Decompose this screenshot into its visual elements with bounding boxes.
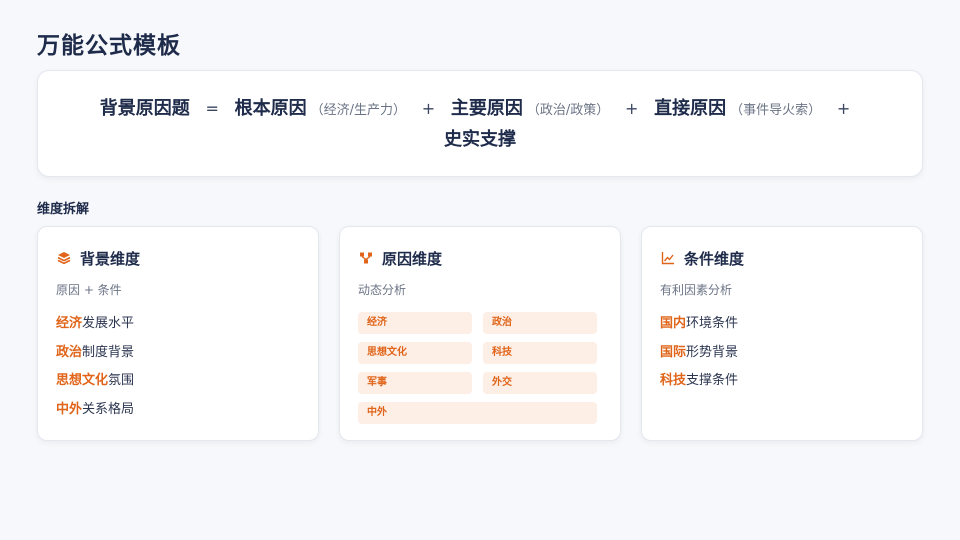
tag: 经济	[358, 312, 472, 334]
formula-term-main: 主要原因	[450, 97, 523, 119]
list-item-keyword: 政治	[56, 344, 83, 360]
card-condition-dimension: 条件维度 有利因素分析 国内环境条件 国际形势背景 科技支撑条件	[641, 226, 923, 441]
list-item-text: 支撑条件	[686, 373, 739, 388]
tag: 外交	[483, 372, 597, 394]
list-item: 国内环境条件	[660, 316, 904, 345]
formula-note-direct: （事件导火索）	[730, 102, 822, 118]
card-cause-dimension: 原因维度 动态分析 经济 政治 思想文化 科技 军事 外交 中外	[339, 226, 621, 441]
list-item-text: 制度背景	[82, 344, 135, 360]
nodes-icon	[358, 250, 374, 266]
card-subtitle: 有利因素分析	[660, 283, 733, 297]
page-title: 万能公式模板	[37, 33, 181, 59]
tag: 军事	[358, 372, 472, 394]
card-title: 条件维度	[684, 249, 745, 268]
dimension-list: 国内环境条件 国际形势背景 科技支撑条件	[660, 316, 904, 402]
line-chart-icon	[660, 250, 676, 266]
formula-term-evidence: 史实支撑	[444, 128, 516, 150]
section-label: 维度拆解	[37, 202, 90, 217]
formula-card: 背景原因题 = 根本原因 （经济/生产力） + 主要原因 （政治/政策） + 直接原…	[37, 70, 923, 177]
formula-term-direct: 直接原因	[654, 97, 727, 119]
formula-note-main: （政治/政策）	[526, 102, 610, 118]
list-item: 国际形势背景	[660, 345, 904, 374]
list-item-keyword: 国际	[660, 344, 687, 360]
card-subtitle: 原因 + 条件	[56, 283, 122, 297]
list-item: 中外关系格局	[56, 402, 300, 431]
list-item: 思想文化氛围	[56, 373, 300, 402]
dimension-list: 经济发展水平 政治制度背景 思想文化氛围 中外关系格局	[56, 316, 300, 430]
list-item-keyword: 中外	[56, 401, 83, 417]
tag: 思想文化	[358, 342, 472, 364]
formula-equals: =	[205, 98, 219, 118]
card-title: 背景维度	[80, 249, 141, 268]
list-item-text: 氛围	[108, 373, 135, 388]
formula-term-root: 根本原因	[234, 97, 307, 119]
formula: 背景原因题 = 根本原因 （经济/生产力） + 主要原因 （政治/政策） + 直接原…	[100, 94, 861, 154]
formula-plus: +	[836, 98, 851, 118]
tag: 科技	[483, 342, 597, 364]
list-item-text: 关系格局	[82, 401, 135, 417]
formula-plus: +	[624, 98, 639, 118]
formula-note-root: （经济/生产力）	[310, 102, 406, 118]
formula-plus: +	[421, 98, 436, 118]
list-item: 政治制度背景	[56, 345, 300, 374]
tag-grid: 经济 政治 思想文化 科技 军事 外交 中外	[358, 312, 602, 424]
tag: 中外	[358, 402, 597, 424]
list-item-keyword: 经济	[56, 316, 83, 331]
formula-lhs: 背景原因题	[99, 97, 190, 119]
list-item: 科技支撑条件	[660, 373, 904, 402]
card-subtitle: 动态分析	[358, 283, 407, 297]
list-item: 经济发展水平	[56, 316, 300, 345]
list-item-text: 发展水平	[82, 316, 135, 331]
layers-icon	[56, 250, 72, 266]
tag: 政治	[483, 312, 597, 334]
list-item-text: 形势背景	[686, 344, 739, 360]
list-item-text: 环境条件	[686, 316, 739, 331]
card-background-dimension: 背景维度 原因 + 条件 经济发展水平 政治制度背景 思想文化氛围 中外关系格局	[37, 226, 319, 441]
list-item-keyword: 思想文化	[56, 373, 109, 388]
list-item-keyword: 国内	[660, 316, 687, 331]
card-title: 原因维度	[382, 249, 443, 268]
list-item-keyword: 科技	[660, 373, 687, 388]
